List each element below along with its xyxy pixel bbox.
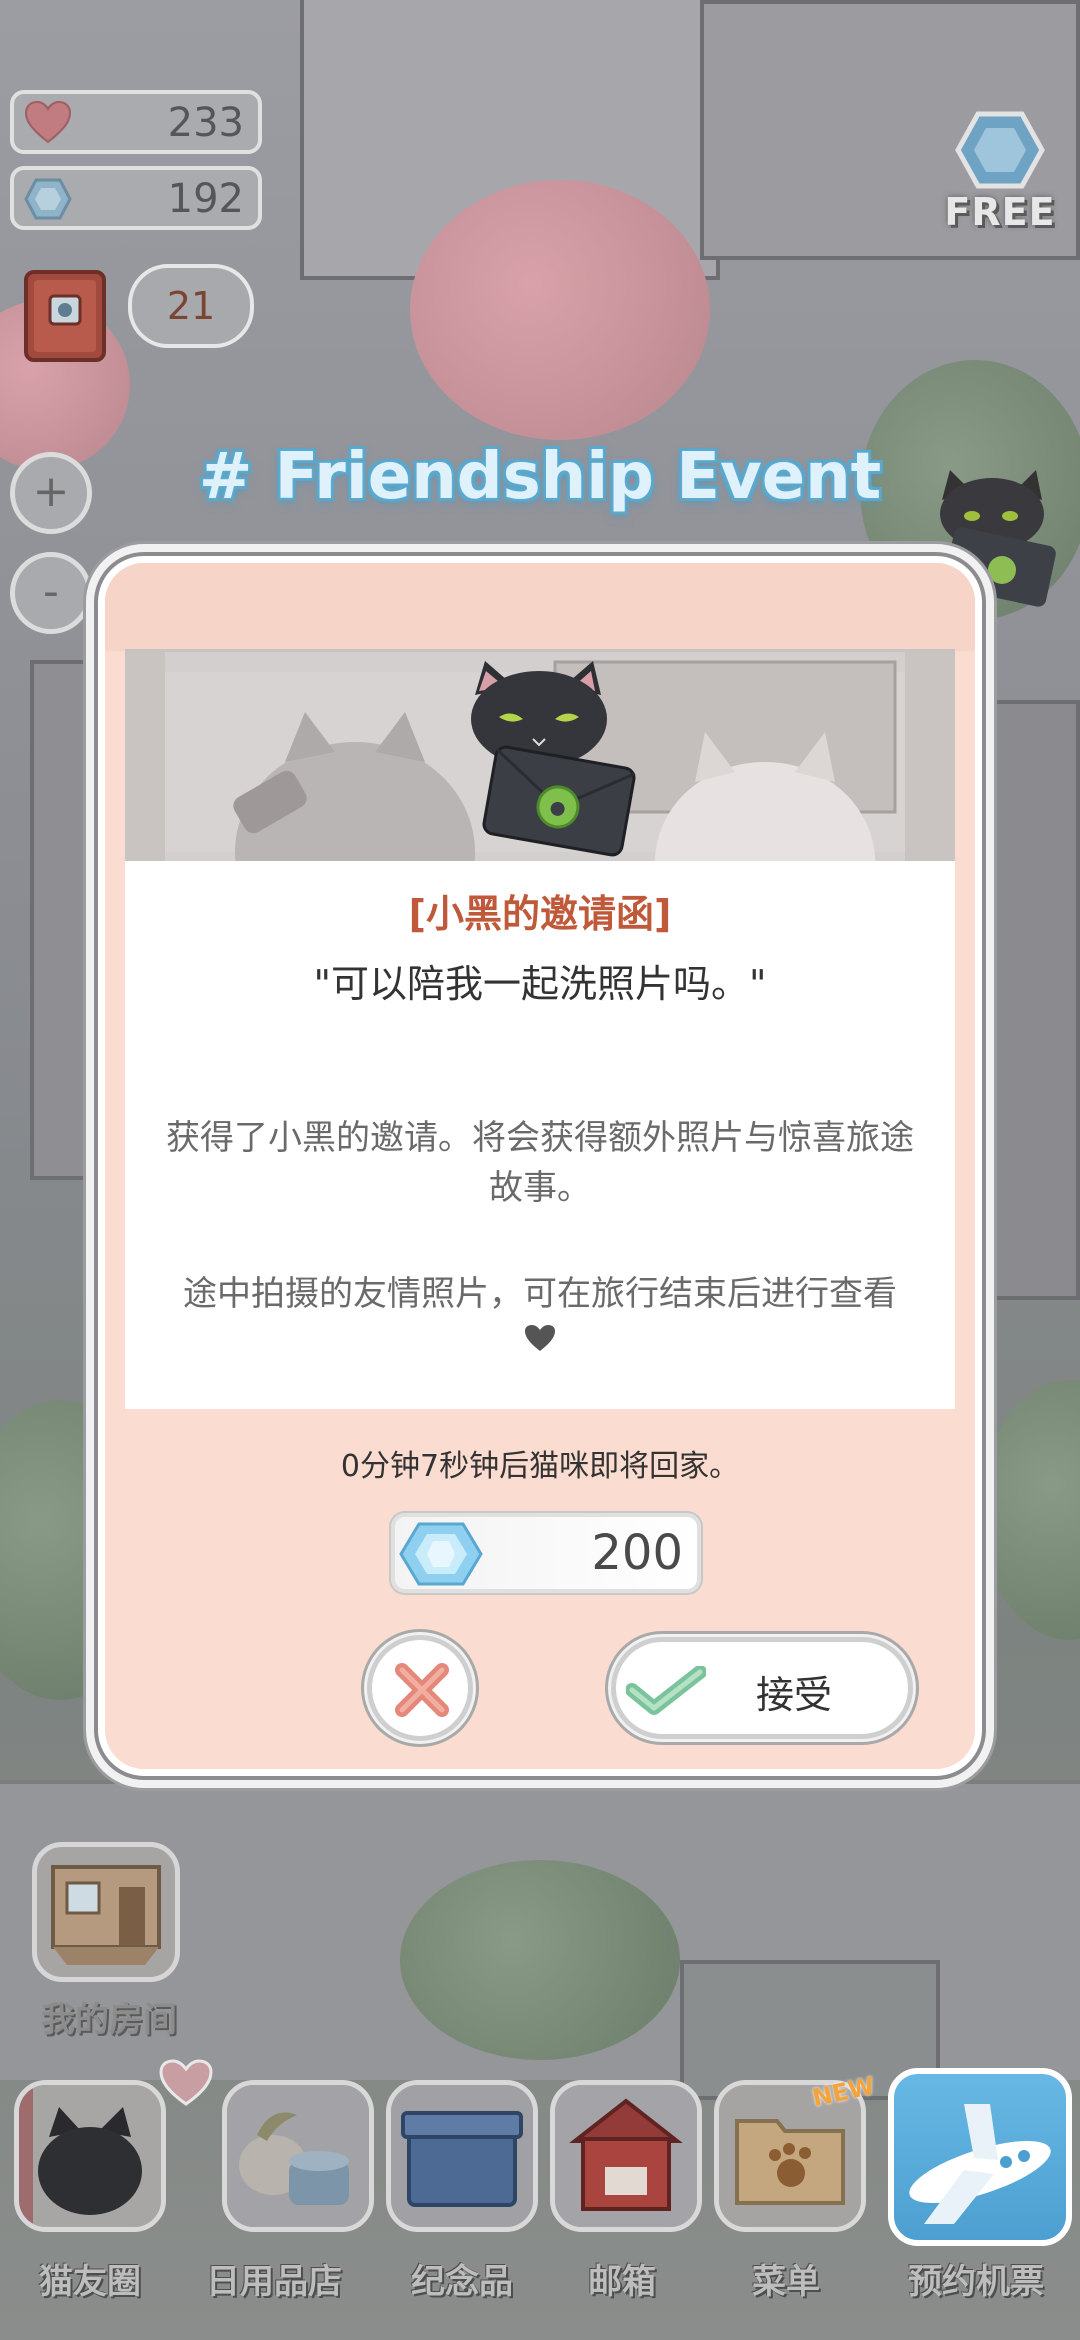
- letters-count: 21: [166, 284, 216, 328]
- souvenirs-label[interactable]: 纪念品: [378, 2254, 546, 2303]
- letters-bubble[interactable]: 21: [128, 264, 254, 348]
- album-book-icon[interactable]: [18, 262, 112, 366]
- hearts-counter: 233: [10, 90, 262, 154]
- gem-icon: [399, 1522, 483, 1586]
- mailbox-label[interactable]: 邮箱: [538, 2254, 706, 2303]
- invitation-quote: "可以陪我一起洗照片吗。": [313, 962, 767, 1006]
- cat-friends-icon: [19, 2085, 161, 2227]
- book-flight-label[interactable]: 预约机票: [892, 2254, 1060, 2303]
- green-tree: [400, 1860, 680, 2060]
- heart-icon: [24, 100, 72, 144]
- book-flight-button[interactable]: [888, 2068, 1072, 2246]
- cherry-tree: [410, 180, 710, 440]
- daily-shop-button[interactable]: [222, 2080, 374, 2232]
- invitation-title: [小黑的邀请函]: [408, 892, 672, 936]
- heart-badge-icon: [159, 2059, 213, 2106]
- cat-friends-label[interactable]: 猫友圈: [6, 2254, 174, 2303]
- zoom-in-label: +: [32, 466, 70, 517]
- free-label[interactable]: FREE: [930, 190, 1070, 234]
- gem-cost-value: 200: [591, 1525, 683, 1581]
- mailbox-button[interactable]: [550, 2080, 702, 2232]
- gems-value: 192: [167, 176, 244, 222]
- dialog-header-strip: [105, 563, 975, 651]
- menu-label[interactable]: 菜单: [702, 2254, 870, 2303]
- accept-button[interactable]: 接受: [611, 1637, 913, 1739]
- zoom-out-label: -: [43, 566, 59, 617]
- souvenirs-button[interactable]: [386, 2080, 538, 2232]
- my-room-label[interactable]: 我的房间: [24, 1992, 194, 2041]
- green-tree: [980, 1380, 1080, 1640]
- heart-icon: [525, 1325, 555, 1351]
- black-cat-envelope-icon: [471, 661, 636, 857]
- hearts-value: 233: [167, 100, 244, 146]
- check-icon: [626, 1666, 706, 1715]
- room-icon: [51, 1865, 161, 1965]
- decline-button[interactable]: [367, 1635, 473, 1741]
- close-icon: [395, 1663, 449, 1717]
- accept-label: 接受: [756, 1673, 833, 1717]
- invitation-description: 获得了小黑的邀请。将会获得额外照片与惊喜旅途故事。: [166, 1118, 914, 1208]
- daily-shop-icon: [227, 2085, 369, 2227]
- souvenir-box-icon: [391, 2085, 533, 2227]
- photo-note-container: 途中拍摄的友情照片，可在旅行结束后进行查看: [155, 1269, 925, 1353]
- event-title: # Friendship Event: [198, 440, 882, 514]
- daily-shop-label[interactable]: 日用品店: [190, 2254, 358, 2303]
- my-room-button[interactable]: [32, 1842, 180, 1982]
- airplane-icon: [909, 2104, 1051, 2224]
- mailbox-icon: [555, 2085, 697, 2227]
- dialog-content: [小黑的邀请函] "可以陪我一起洗照片吗。" 获得了小黑的邀请。将会获得额外照片…: [125, 861, 955, 1409]
- zoom-in-button[interactable]: +: [10, 452, 92, 534]
- friendship-event-dialog: [小黑的邀请函] "可以陪我一起洗照片吗。" 获得了小黑的邀请。将会获得额外照片…: [98, 556, 982, 1776]
- cat-return-countdown: 0分钟7秒钟后猫咪即将回家。: [340, 1449, 740, 1484]
- gems-counter: 192: [10, 166, 262, 230]
- gem-cost-box: 200: [391, 1513, 701, 1593]
- zoom-out-button[interactable]: -: [10, 552, 92, 634]
- free-gem-icon[interactable]: [954, 108, 1046, 192]
- gem-icon: [24, 178, 72, 220]
- cat-friends-button[interactable]: [14, 2080, 166, 2232]
- photo-note-text: 途中拍摄的友情照片，可在旅行结束后进行查看: [183, 1274, 897, 1314]
